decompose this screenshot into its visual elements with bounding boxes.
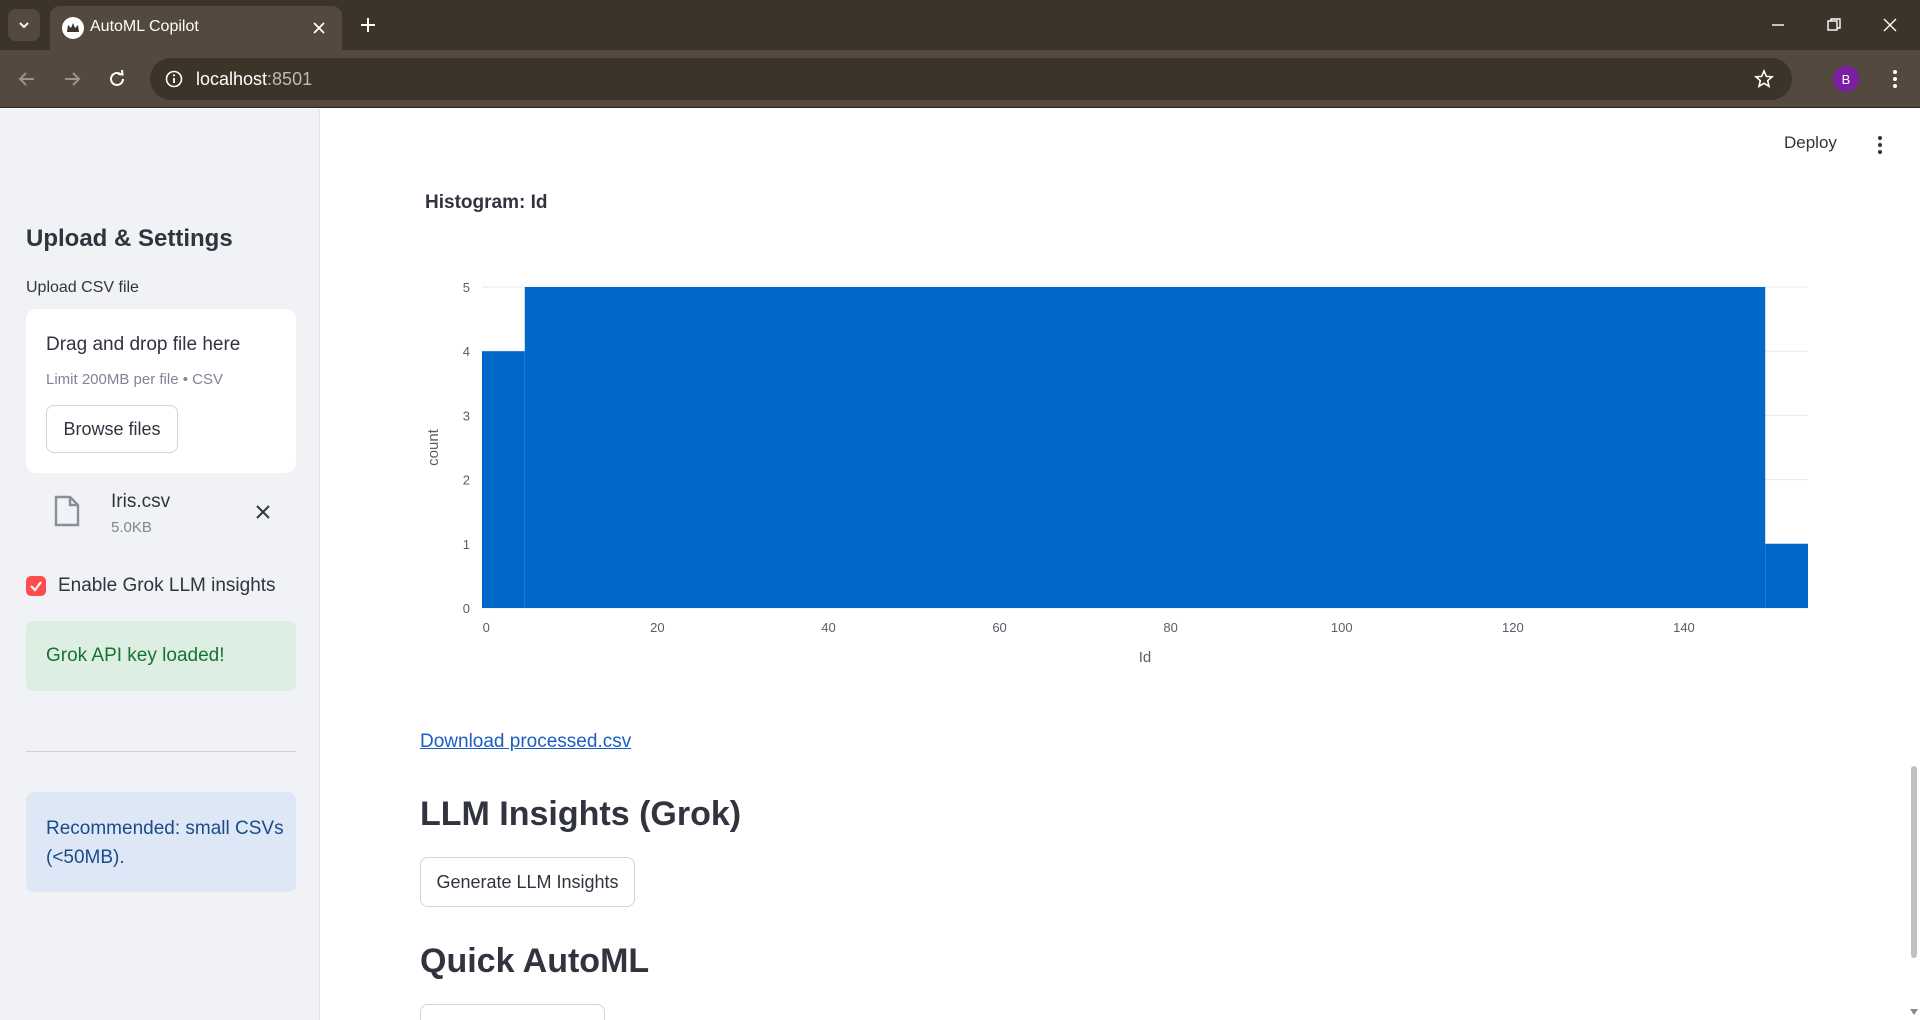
quick-automl-heading: Quick AutoML — [420, 942, 650, 980]
download-processed-link[interactable]: Download processed.csv — [420, 731, 631, 753]
file-dropzone[interactable]: Drag and drop file here Limit 200MB per … — [26, 309, 296, 473]
x-tick-label: 0 — [483, 620, 490, 635]
y-tick-label: 1 — [463, 537, 470, 552]
grok-insights-checkbox[interactable] — [26, 576, 46, 596]
info-alert: Recommended: small CSVs (<50MB). — [26, 792, 296, 892]
success-alert: Grok API key loaded! — [26, 621, 296, 691]
bookmark-star-icon[interactable] — [1752, 67, 1776, 91]
sidebar: Upload & Settings Upload CSV file Drag a… — [0, 109, 320, 1020]
checkbox-label: Enable Grok LLM insights — [58, 575, 276, 596]
reload-icon[interactable] — [100, 62, 134, 96]
sidebar-divider — [26, 751, 296, 752]
y-tick-label: 4 — [463, 344, 470, 359]
address-bar[interactable]: localhost:8501 — [150, 58, 1792, 100]
y-tick-label: 2 — [463, 473, 470, 488]
upload-label: Upload CSV file — [26, 279, 139, 296]
uploaded-file: Iris.csv 5.0KB — [26, 483, 296, 547]
deploy-button[interactable]: Deploy — [1784, 133, 1837, 153]
histogram-bar[interactable] — [1765, 543, 1808, 608]
browser-tab-bar: AutoML Copilot — [0, 0, 1920, 50]
y-tick-label: 3 — [463, 408, 470, 423]
x-tick-label: 40 — [821, 620, 835, 635]
tab-title: AutoML Copilot — [90, 18, 199, 35]
profile-avatar[interactable]: B — [1833, 66, 1859, 92]
histogram-chart[interactable]: 0 1 2 3 4 5 0 20 40 60 80 100 120 140 Id count — [410, 265, 1820, 685]
browser-menu-icon[interactable] — [1880, 64, 1910, 94]
file-name: Iris.csv — [111, 491, 171, 512]
y-tick-labels: 0 1 2 3 4 5 — [463, 280, 470, 616]
x-tick-label: 100 — [1331, 620, 1353, 635]
close-window-icon[interactable] — [1862, 0, 1918, 50]
histogram-bar[interactable] — [482, 351, 525, 608]
info-message: Recommended: small CSVs (<50MB). — [46, 818, 284, 868]
x-tick-label: 60 — [992, 620, 1006, 635]
scrollbar-thumb[interactable] — [1911, 766, 1917, 958]
llm-insights-heading: LLM Insights (Grok) — [420, 795, 742, 833]
browser-tab[interactable]: AutoML Copilot — [50, 6, 342, 50]
file-size: 5.0KB — [111, 519, 152, 536]
forward-icon[interactable] — [55, 62, 89, 96]
file-icon — [54, 495, 80, 527]
x-tick-labels: 0 20 40 60 80 100 120 140 — [483, 620, 1695, 635]
chevron-down-icon — [19, 22, 29, 29]
new-tab-icon[interactable] — [353, 10, 383, 40]
generate-llm-insights-button[interactable]: Generate LLM Insights — [420, 857, 635, 907]
back-icon[interactable] — [10, 62, 44, 96]
x-axis-label: Id — [1139, 649, 1152, 666]
automl-button[interactable] — [420, 1004, 605, 1020]
remove-file-icon[interactable] — [248, 497, 278, 527]
x-tick-label: 140 — [1673, 620, 1695, 635]
dropzone-limit: Limit 200MB per file • CSV — [46, 371, 223, 388]
y-tick-label: 5 — [463, 280, 470, 295]
close-tab-icon[interactable] — [306, 15, 332, 41]
check-icon — [30, 581, 42, 592]
site-info-icon[interactable] — [162, 67, 186, 91]
y-tick-label: 0 — [463, 601, 470, 616]
crown-icon — [62, 17, 84, 39]
browse-files-button[interactable]: Browse files — [46, 405, 178, 453]
y-axis-label: count — [425, 428, 442, 466]
url-text: localhost:8501 — [196, 69, 313, 89]
chart-bars — [482, 287, 1808, 608]
histogram-bar[interactable] — [524, 287, 1766, 608]
success-message: Grok API key loaded! — [46, 645, 225, 666]
dropzone-title: Drag and drop file here — [46, 334, 241, 355]
x-tick-label: 20 — [650, 620, 664, 635]
histogram-title: Histogram: Id — [425, 192, 548, 213]
scroll-down-arrow-icon[interactable] — [1908, 1006, 1920, 1018]
tab-search-button[interactable] — [8, 9, 40, 41]
app-menu-icon[interactable] — [1868, 130, 1892, 160]
sidebar-title: Upload & Settings — [26, 225, 233, 252]
minimize-icon[interactable] — [1750, 0, 1806, 50]
x-tick-label: 80 — [1163, 620, 1177, 635]
x-tick-label: 120 — [1502, 620, 1524, 635]
browser-toolbar: localhost:8501 B — [0, 50, 1920, 108]
restore-icon[interactable] — [1806, 0, 1862, 50]
